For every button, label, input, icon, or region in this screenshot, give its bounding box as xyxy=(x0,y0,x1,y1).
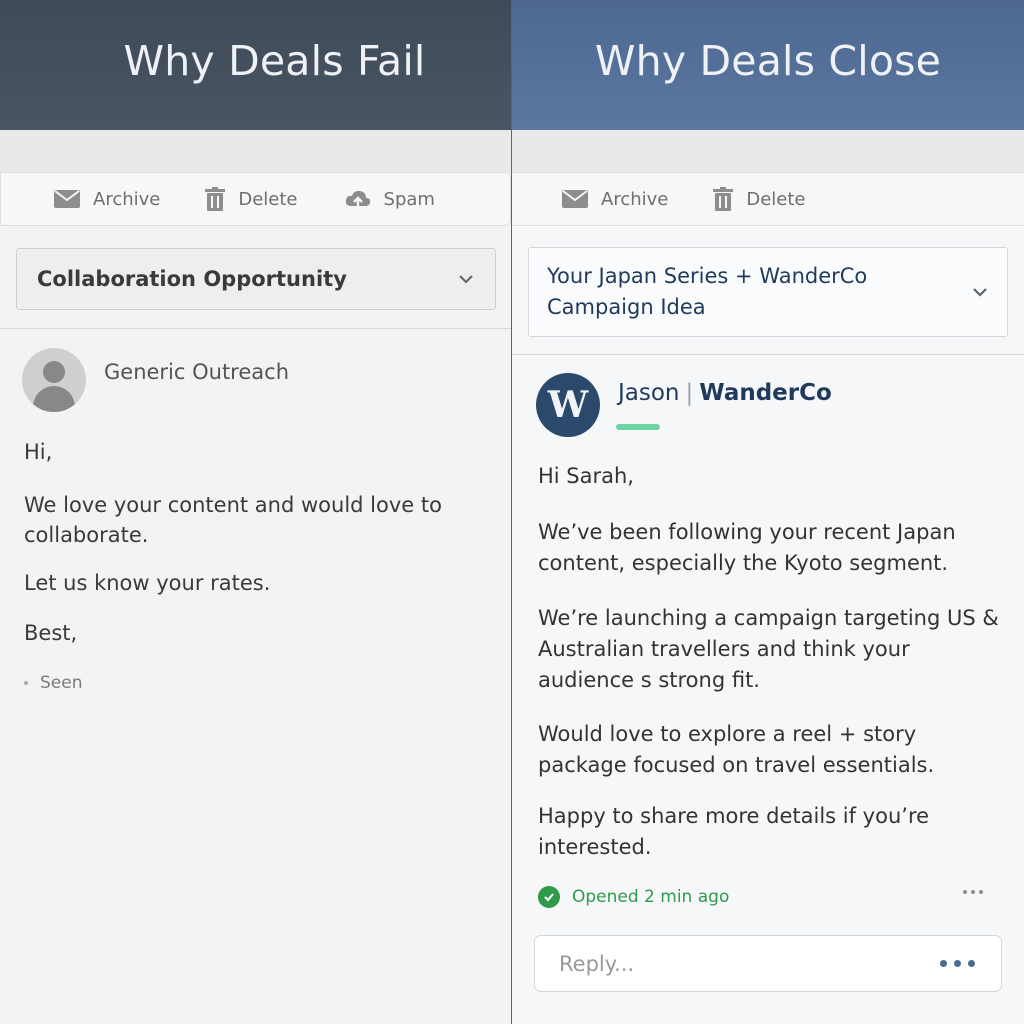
right-subject-dropdown[interactable]: Your Japan Series + WanderCo Campaign Id… xyxy=(528,247,1008,337)
archive-button[interactable]: Archive xyxy=(561,189,668,210)
archive-label: Archive xyxy=(601,188,669,210)
wanderco-logo: W xyxy=(536,373,600,437)
archive-button[interactable]: Archive xyxy=(53,189,160,210)
accent-bar xyxy=(616,424,660,430)
trash-icon xyxy=(205,187,226,211)
left-subject: Collaboration Opportunity xyxy=(37,267,347,291)
left-sender: Generic Outreach xyxy=(104,360,290,384)
left-divider xyxy=(0,328,511,329)
left-banner: Why Deals Fail xyxy=(0,0,511,130)
right-panel: Why Deals Close Archive Delete Your Japa… xyxy=(512,0,1024,1024)
opened-label: Opened 2 min ago xyxy=(572,887,730,907)
right-paragraph-4: Happy to share more details if you’re in… xyxy=(538,804,930,859)
left-paragraph-1: We love your content and would love to c… xyxy=(24,493,442,547)
left-greeting: Hi, xyxy=(24,440,53,464)
left-toolbar: Archive Delete Spam xyxy=(0,172,511,226)
delete-button[interactable]: Delete xyxy=(204,187,298,211)
seen-label: Seen xyxy=(40,673,83,693)
reply-input[interactable] xyxy=(559,951,889,976)
sender-company: WanderCo xyxy=(699,380,832,406)
avatar-letter: W xyxy=(547,384,589,426)
archive-label: Archive xyxy=(93,188,161,210)
right-paragraph-3: Would love to explore a reel + story pac… xyxy=(538,722,935,777)
spam-button[interactable]: Spam xyxy=(344,188,435,210)
left-paragraph-2: Let us know your rates. xyxy=(24,571,271,595)
envelope-icon xyxy=(562,190,588,208)
right-status: Opened 2 min ago xyxy=(538,886,729,908)
left-signoff: Best, xyxy=(24,621,78,645)
trash-icon xyxy=(713,187,734,211)
right-banner-title: Why Deals Close xyxy=(594,37,942,85)
right-paragraph-1: We’ve been following your recent Japan c… xyxy=(538,520,956,575)
reply-more-icon[interactable] xyxy=(940,960,975,967)
sender-name: Jason xyxy=(618,380,680,406)
right-greeting: Hi Sarah, xyxy=(538,464,634,488)
reply-box[interactable] xyxy=(534,935,1002,992)
delete-label: Delete xyxy=(746,188,806,210)
avatar xyxy=(22,348,86,412)
status-dot xyxy=(24,681,28,685)
more-icon[interactable] xyxy=(963,890,983,894)
right-banner: Why Deals Close xyxy=(512,0,1024,130)
left-status: Seen xyxy=(24,673,82,693)
delete-button[interactable]: Delete xyxy=(712,187,806,211)
spam-label: Spam xyxy=(383,188,435,210)
envelope-icon xyxy=(54,190,80,208)
left-spacer xyxy=(0,130,511,172)
spam-icon xyxy=(345,190,370,208)
right-subject: Your Japan Series + WanderCo Campaign Id… xyxy=(547,264,868,319)
check-icon xyxy=(538,886,560,908)
chevron-down-icon xyxy=(973,288,987,297)
left-subject-dropdown[interactable]: Collaboration Opportunity xyxy=(16,248,496,310)
chevron-down-icon xyxy=(459,275,473,284)
right-sender: Jason | WanderCo xyxy=(618,380,832,406)
right-paragraph-2: We’re launching a campaign targeting US … xyxy=(538,606,999,692)
right-toolbar: Archive Delete xyxy=(512,172,1024,226)
right-divider xyxy=(512,354,1024,355)
left-banner-title: Why Deals Fail xyxy=(123,37,426,85)
left-panel: Why Deals Fail Archive Delete Spam Colla… xyxy=(0,0,511,1024)
right-spacer xyxy=(512,130,1024,172)
delete-label: Delete xyxy=(238,188,298,210)
